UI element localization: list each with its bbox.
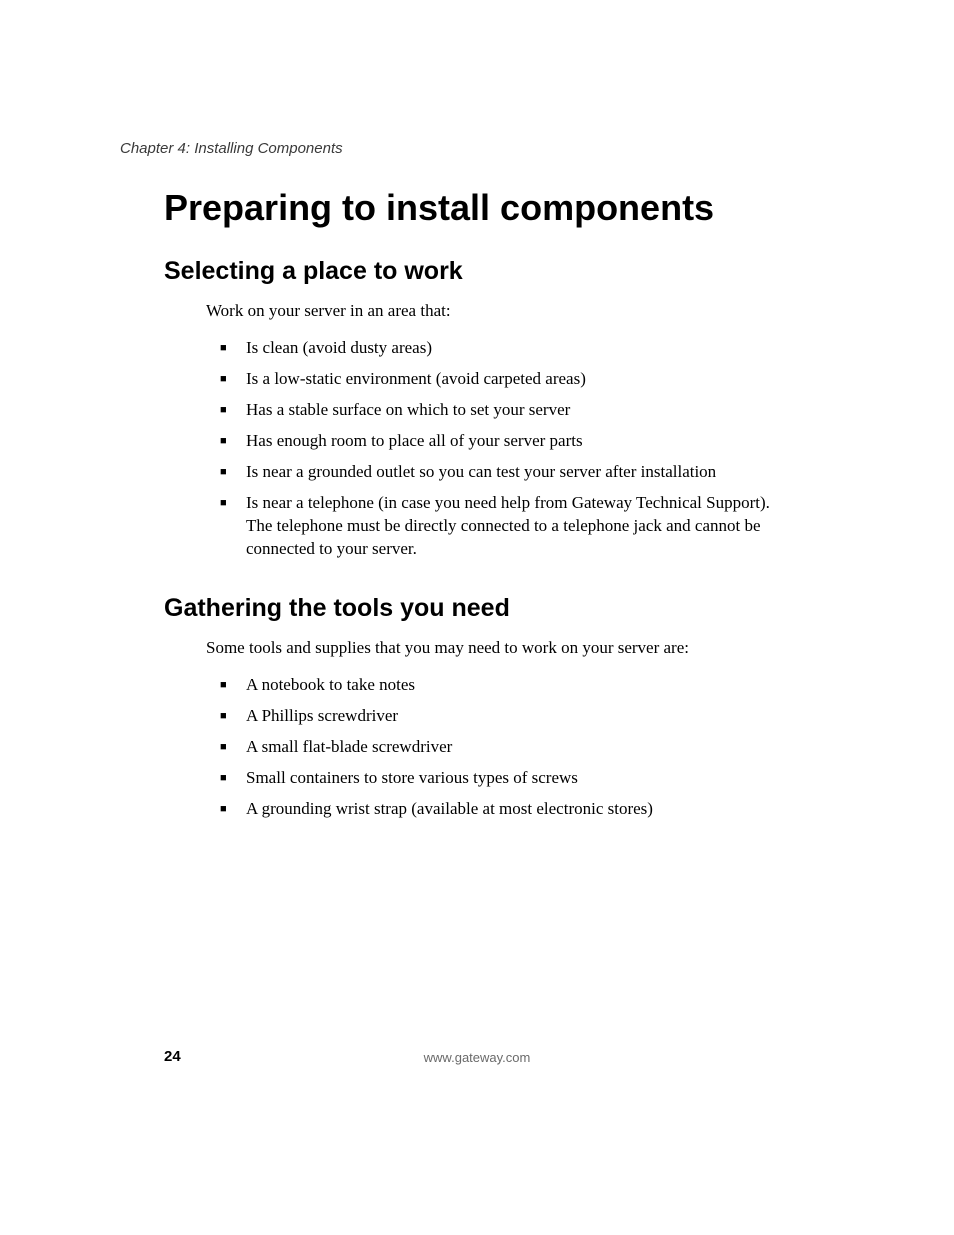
list-item: Small containers to store various types … <box>220 763 800 794</box>
list-item: Is clean (avoid dusty areas) <box>220 333 800 364</box>
bullet-list-1: Is clean (avoid dusty areas) Is a low-st… <box>220 333 800 565</box>
bullet-list-2: A notebook to take notes A Phillips scre… <box>220 670 800 825</box>
list-item: Has enough room to place all of your ser… <box>220 426 800 457</box>
section-intro-1: Work on your server in an area that: <box>206 300 834 323</box>
list-item: Is near a grounded outlet so you can tes… <box>220 457 800 488</box>
footer-url: www.gateway.com <box>120 1050 834 1065</box>
list-item: A small flat-blade screwdriver <box>220 732 800 763</box>
document-page: Chapter 4: Installing Components Prepari… <box>0 0 954 1235</box>
list-item: Has a stable surface on which to set you… <box>220 395 800 426</box>
list-item: A grounding wrist strap (available at mo… <box>220 794 800 825</box>
running-header: Chapter 4: Installing Components <box>120 140 834 157</box>
list-item: Is near a telephone (in case you need he… <box>220 488 800 565</box>
list-item: A Phillips screwdriver <box>220 701 800 732</box>
list-item: Is a low-static environment (avoid carpe… <box>220 364 800 395</box>
page-title: Preparing to install components <box>164 187 834 229</box>
section-heading-2: Gathering the tools you need <box>164 594 834 623</box>
section-intro-2: Some tools and supplies that you may nee… <box>206 637 834 660</box>
page-footer: 24 www.gateway.com <box>0 1043 954 1065</box>
list-item: A notebook to take notes <box>220 670 800 701</box>
section-heading-1: Selecting a place to work <box>164 257 834 286</box>
